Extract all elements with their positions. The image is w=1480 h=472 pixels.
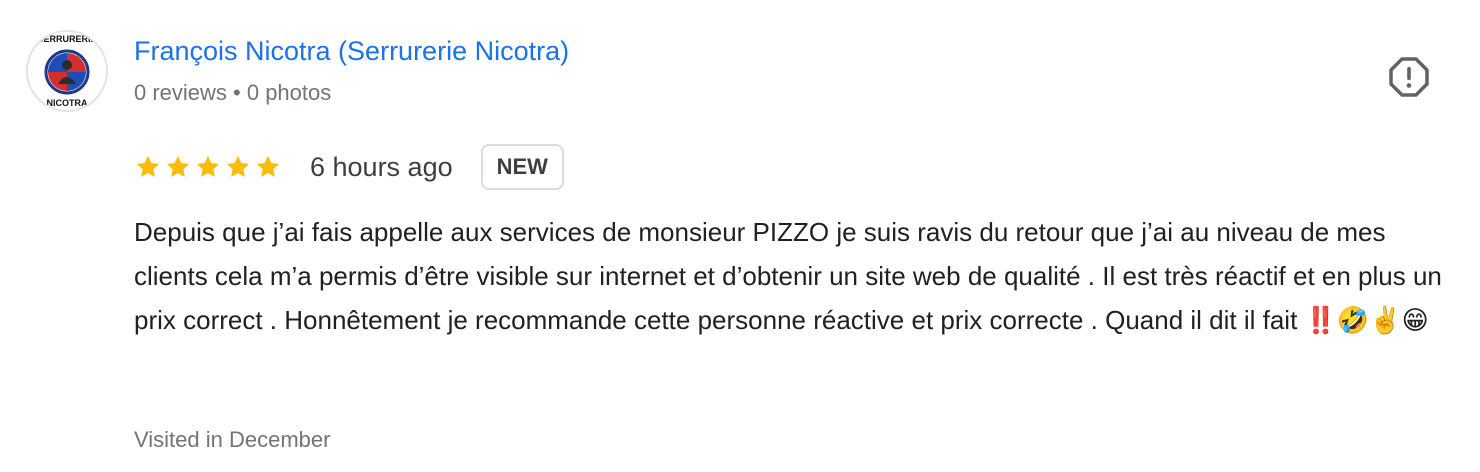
star-icon <box>226 155 250 177</box>
star-icon <box>196 155 220 177</box>
star-icon <box>166 155 190 177</box>
rating-row: 6 hours ago NEW <box>134 142 564 192</box>
review-card: SERRURERIE NICOTRA François Nicotra (Ser… <box>0 0 1480 472</box>
avatar-top-text: SERRURERIE <box>37 34 96 44</box>
author-avatar[interactable]: SERRURERIE NICOTRA <box>26 30 108 112</box>
avatar-bottom-text: NICOTRA <box>47 98 88 108</box>
review-text: Depuis que j’ai fais appelle aux service… <box>134 217 1442 335</box>
avatar-logo: SERRURERIE NICOTRA <box>28 32 106 110</box>
visited-date: Visited in December <box>134 427 331 452</box>
author-meta: 0 reviews • 0 photos <box>134 80 332 105</box>
author-name-link[interactable]: François Nicotra (Serrurerie Nicotra) <box>134 36 569 67</box>
star-rating <box>134 153 282 181</box>
report-icon <box>1389 57 1429 97</box>
review-time: 6 hours ago <box>310 151 453 182</box>
report-review-button[interactable] <box>1386 54 1432 100</box>
star-icon <box>136 155 160 177</box>
star-icon <box>256 155 280 177</box>
new-badge: NEW <box>480 144 564 190</box>
